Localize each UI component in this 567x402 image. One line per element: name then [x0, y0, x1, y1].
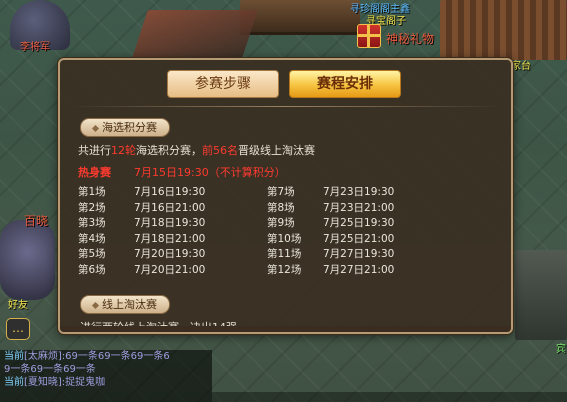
match-name: 第12场 [267, 263, 302, 276]
match-name: 第4场 [78, 232, 106, 245]
summary-middle: 海选积分赛， [136, 144, 202, 157]
chat-text: [夏知晓]:捉捉鬼咖 [24, 377, 106, 388]
match-time: 7月27日21:00 [323, 263, 395, 276]
match-row: 第6场 7月20日21:00 第12场 7月27日21:00 [78, 262, 498, 278]
match-time: 7月25日19:30 [323, 217, 395, 230]
bottom-toolbar [212, 392, 567, 402]
npc-name-right[interactable]: 宾 [556, 340, 566, 355]
summary-suffix: 晋级线上淘汰赛 [238, 144, 315, 157]
summary-prefix: 共进行 [78, 144, 111, 157]
match-row: 第1场 7月16日19:30 第7场 7月23日19:30 [78, 184, 498, 200]
match-name: 第3场 [78, 217, 106, 230]
match-time: 7月18日21:00 [134, 232, 206, 245]
match-time: 7月27日19:30 [323, 248, 395, 261]
match-schedule-grid: 第1场 7月16日19:30 第7场 7月23日19:30 第2场 7月16日2… [78, 184, 498, 278]
section-title-qualifier: 海选积分赛 [80, 118, 170, 137]
chat-line: 9一条69一条69一条 [0, 363, 212, 376]
match-name: 第1场 [78, 186, 106, 198]
warmup-label: 热身赛 [78, 166, 111, 179]
chat-bubble-icon[interactable]: … [6, 318, 30, 340]
match-time: 7月20日19:30 [134, 248, 206, 261]
building-roof [240, 0, 360, 35]
match-time: 7月16日21:00 [134, 201, 206, 214]
tab-entry-steps[interactable]: 参赛步骤 [167, 70, 279, 98]
npc-name-general[interactable]: 李将军 [20, 38, 50, 53]
warmup-time: 7月15日19:30（不计算积分） [134, 166, 286, 179]
match-row: 第4场 7月18日21:00 第10场 7月25日21:00 [78, 231, 498, 247]
npc-name-yard[interactable]: 家台 [511, 57, 531, 72]
match-name: 第8场 [267, 201, 295, 214]
tab-schedule[interactable]: 赛程安排 [289, 70, 401, 98]
panel-footer [60, 326, 511, 332]
diamond-icon [91, 124, 100, 132]
chat-channel-tag[interactable]: 当前 [4, 351, 24, 362]
match-time: 7月16日19:30 [134, 186, 206, 198]
match-name: 第7场 [267, 186, 295, 198]
npc-right-sprite[interactable] [515, 250, 567, 340]
match-name: 第5场 [78, 248, 106, 261]
qualifier-summary: 共进行12轮海选积分赛，前56名晋级线上淘汰赛 [78, 142, 315, 158]
chat-line: 当前[太麻烦]:69一条69一条69一条6 [0, 350, 212, 363]
divider [70, 106, 501, 107]
chat-text: 9一条69一条69一条 [4, 364, 96, 375]
npc-baixiao-sprite[interactable] [0, 220, 55, 300]
npc-name-friend[interactable]: 好友 [8, 296, 28, 311]
red-cart [132, 10, 258, 58]
summary-rounds: 12轮 [111, 144, 136, 157]
schedule-panel: 参赛步骤 赛程安排 海选积分赛 共进行12轮海选积分赛，前56名晋级线上淘汰赛 … [58, 58, 513, 334]
chat-box: 当前[太麻烦]:69一条69一条69一条6 9一条69一条69一条 当前[夏知晓… [0, 350, 212, 402]
diamond-icon [91, 301, 100, 309]
match-time: 7月20日21:00 [134, 263, 206, 276]
match-row: 第3场 7月18日19:30 第9场 7月25日19:30 [78, 215, 498, 231]
match-name: 第2场 [78, 201, 106, 214]
match-name: 第6场 [78, 263, 106, 276]
npc-name-baixiao[interactable]: 百晓 [24, 212, 48, 229]
match-time: 7月23日19:30 [323, 186, 395, 198]
section-title-knockout: 线上淘汰赛 [80, 295, 170, 314]
chat-line: 当前[夏知晓]:捉捉鬼咖 [0, 376, 212, 389]
match-row: 第2场 7月16日21:00 第8场 7月23日21:00 [78, 200, 498, 216]
match-name: 第10场 [267, 232, 302, 245]
match-row: 第5场 7月20日19:30 第11场 7月27日19:30 [78, 246, 498, 262]
match-time: 7月23日21:00 [323, 201, 395, 214]
match-name: 第9场 [267, 217, 295, 230]
npc-name-treasure[interactable]: 神秘礼物 [386, 30, 434, 47]
match-name: 第11场 [267, 248, 302, 261]
wooden-fence [440, 0, 567, 60]
section-title-text: 海选积分赛 [102, 121, 157, 134]
summary-top: 前56名 [202, 144, 238, 157]
chat-channel-tag[interactable]: 当前 [4, 377, 24, 388]
section-title-text: 线上淘汰赛 [102, 298, 157, 311]
match-time: 7月18日19:30 [134, 217, 206, 230]
chat-text: [太麻烦]:69一条69一条69一条6 [24, 351, 170, 362]
match-time: 7月25日21:00 [323, 232, 395, 245]
gift-box-icon[interactable] [357, 24, 381, 48]
